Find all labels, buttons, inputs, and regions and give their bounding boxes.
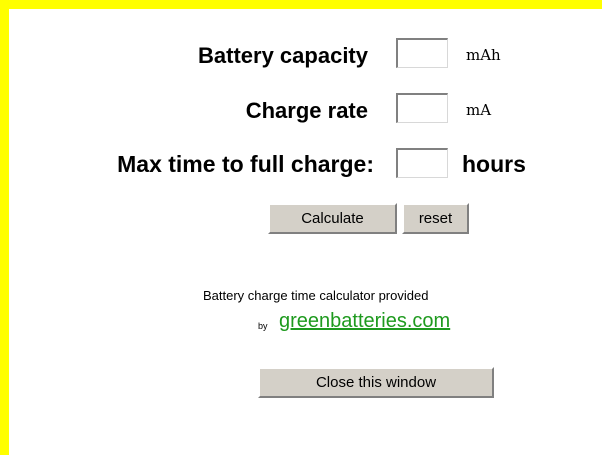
greenbatteries-link[interactable]: greenbatteries.com bbox=[279, 310, 450, 333]
charge-rate-unit: mA bbox=[466, 101, 492, 119]
calculate-button[interactable]: Calculate bbox=[268, 203, 397, 234]
battery-capacity-label: Battery capacity bbox=[198, 43, 368, 68]
close-window-button[interactable]: Close this window bbox=[258, 367, 494, 398]
charge-rate-label: Charge rate bbox=[245, 98, 368, 123]
credit-text: Battery charge time calculator provided bbox=[203, 288, 429, 303]
battery-capacity-input[interactable] bbox=[396, 38, 448, 68]
max-time-input[interactable] bbox=[396, 148, 448, 178]
reset-button[interactable]: reset bbox=[402, 203, 469, 234]
top-yellow-border bbox=[0, 0, 602, 9]
credit-by: by bbox=[258, 321, 268, 331]
battery-capacity-unit: mAh bbox=[466, 46, 501, 64]
charge-rate-input[interactable] bbox=[396, 93, 448, 123]
max-time-label: Max time to full charge: bbox=[117, 151, 374, 177]
hours-unit: hours bbox=[462, 151, 526, 177]
left-yellow-border bbox=[0, 0, 9, 455]
